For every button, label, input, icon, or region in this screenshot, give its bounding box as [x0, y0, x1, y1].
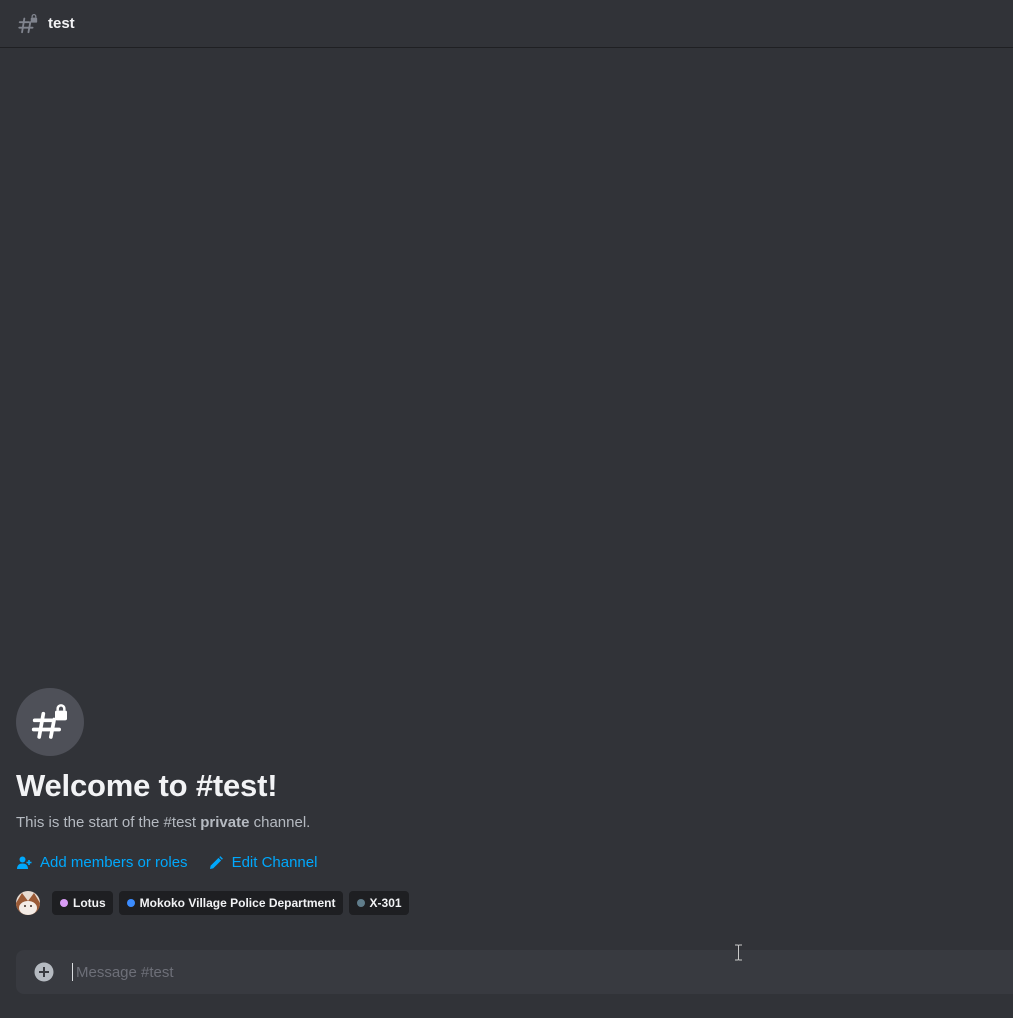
role-name: Lotus — [73, 896, 106, 910]
welcome-actions: Add members or roles Edit Channel — [16, 854, 1006, 871]
role-color-dot — [356, 899, 365, 907]
role-color-dot — [126, 899, 135, 907]
role-pill[interactable]: X-301 — [348, 891, 409, 915]
plus-circle-icon[interactable] — [34, 962, 54, 982]
member-avatar[interactable] — [16, 891, 40, 915]
role-name: X-301 — [369, 896, 402, 910]
channel-name: test — [48, 15, 75, 32]
add-members-button[interactable]: Add members or roles — [16, 854, 188, 871]
edit-channel-label: Edit Channel — [231, 854, 318, 871]
role-color-dot — [60, 899, 68, 907]
person-add-icon — [17, 856, 32, 869]
channel-avatar — [16, 688, 84, 756]
subtitle-prefix: This is the start of the #test — [16, 814, 201, 831]
role-pill[interactable]: Lotus — [52, 891, 113, 915]
welcome-title: Welcome to #test! — [16, 768, 278, 803]
channel-header: test — [0, 0, 1013, 48]
pencil-icon — [209, 855, 223, 869]
message-composer — [16, 950, 1013, 994]
message-input[interactable] — [74, 962, 878, 982]
channel-welcome: Welcome to #test! This is the start of t… — [16, 688, 1006, 915]
channel-roles: Lotus Mokoko Village Police Department X… — [16, 891, 1006, 915]
edit-channel-button[interactable]: Edit Channel — [208, 854, 318, 871]
text-caret — [72, 963, 73, 981]
add-members-label: Add members or roles — [40, 854, 188, 871]
subtitle-suffix: channel. — [249, 814, 311, 831]
text-cursor-icon — [735, 944, 742, 961]
role-name: Mokoko Village Police Department — [139, 896, 336, 910]
hashtag-lock-icon — [18, 13, 38, 33]
hashtag-lock-icon — [31, 704, 67, 739]
role-pill[interactable]: Mokoko Village Police Department — [118, 891, 343, 915]
subtitle-bold: private — [200, 814, 250, 831]
welcome-subtitle: This is the start of the #test private c… — [16, 813, 1006, 833]
